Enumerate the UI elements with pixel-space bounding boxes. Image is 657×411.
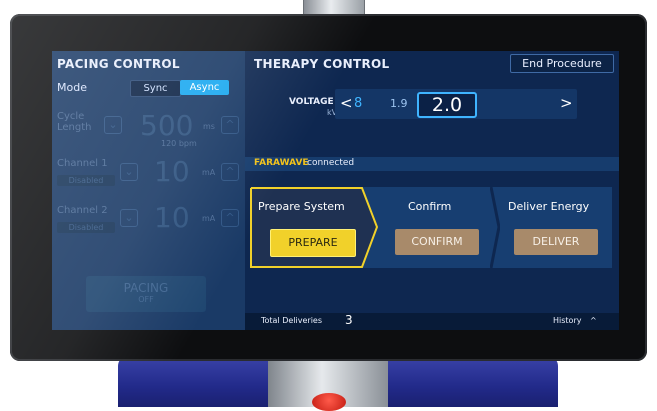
red-knob (312, 393, 346, 411)
chevron-down-icon: ⌄ (124, 165, 134, 178)
channel-1-decrease-button[interactable]: ⌄ (120, 163, 138, 181)
cycle-length-increase-button[interactable]: ^ (221, 116, 239, 134)
history-button[interactable]: History (553, 316, 581, 325)
cycle-length-label: Cycle (57, 111, 85, 122)
pacing-toggle-button[interactable]: PACING OFF (86, 276, 206, 312)
pacing-control-panel: PACING CONTROL Mode Sync Async Cycle Len… (52, 51, 245, 330)
voltage-previous-button[interactable]: < (340, 94, 353, 112)
cycle-length-decrease-button[interactable]: ⌄ (104, 116, 122, 134)
chevron-up-icon: ^ (225, 165, 235, 178)
sync-toggle[interactable]: Sync (130, 80, 181, 97)
pacing-button-state: OFF (138, 295, 154, 304)
voltage-selector: < 8 1.9 2.0 > (335, 89, 577, 119)
connection-status: connected (307, 158, 355, 168)
cycle-length-value: 500 (140, 109, 194, 142)
end-procedure-button[interactable]: End Procedure (510, 54, 614, 73)
step-prepare-title: Prepare System (258, 200, 345, 213)
channel-1-value: 10 (154, 155, 190, 188)
channel-1-unit: mA (202, 168, 216, 177)
voltage-label: VOLTAGE (289, 97, 334, 107)
channel-1-increase-button[interactable]: ^ (221, 163, 239, 181)
channel-1-label: Channel 1 (57, 158, 108, 169)
step-confirm-title: Confirm (408, 200, 452, 213)
total-deliveries-value: 3 (345, 313, 353, 327)
catheter-brand: FARAWAVE (254, 158, 309, 168)
channel-1-status-badge: Disabled (57, 175, 115, 186)
mode-label: Mode (57, 81, 87, 94)
chevron-down-icon: ⌄ (124, 211, 134, 224)
voltage-option[interactable]: 8 (354, 96, 362, 111)
channel-2-status-badge: Disabled (57, 222, 115, 233)
therapy-steps: Prepare System PREPARE Confirm CONFIRM D… (250, 187, 612, 268)
therapy-footer: Total Deliveries 3 History ^ (245, 313, 619, 330)
async-toggle[interactable]: Async (180, 80, 229, 95)
cycle-length-unit: ms (203, 122, 215, 131)
connection-status-bar: FARAWAVE connected (245, 157, 619, 171)
deliver-button[interactable]: DELIVER (514, 229, 598, 255)
voltage-option[interactable]: 1.9 (390, 97, 408, 110)
step-deliver-title: Deliver Energy (508, 200, 590, 213)
chevron-up-icon: ^ (225, 118, 235, 131)
channel-2-value: 10 (154, 201, 190, 234)
channel-2-increase-button[interactable]: ^ (221, 209, 239, 227)
voltage-next-button[interactable]: > (560, 94, 573, 112)
touch-screen: PACING CONTROL Mode Sync Async Cycle Len… (52, 51, 619, 330)
channel-2-label: Channel 2 (57, 205, 108, 216)
confirm-button[interactable]: CONFIRM (395, 229, 479, 255)
pacing-button-label: PACING (123, 281, 169, 295)
cycle-length-label-2: Length (57, 122, 92, 133)
cycle-length-bpm: 120 bpm (161, 139, 197, 148)
total-deliveries-label: Total Deliveries (261, 316, 323, 325)
pacing-control-title: PACING CONTROL (57, 57, 180, 71)
step-divider (490, 187, 500, 268)
channel-2-decrease-button[interactable]: ⌄ (120, 209, 138, 227)
chevron-up-icon: ^ (225, 211, 235, 224)
therapy-control-title: THERAPY CONTROL (254, 57, 390, 71)
channel-2-unit: mA (202, 214, 216, 223)
voltage-selected-value[interactable]: 2.0 (417, 92, 477, 118)
prepare-button[interactable]: PREPARE (270, 229, 356, 257)
chevron-up-icon: ^ (590, 316, 597, 325)
therapy-control-panel: THERAPY CONTROL End Procedure VOLTAGE kV… (245, 51, 619, 330)
chevron-down-icon: ⌄ (108, 118, 118, 131)
